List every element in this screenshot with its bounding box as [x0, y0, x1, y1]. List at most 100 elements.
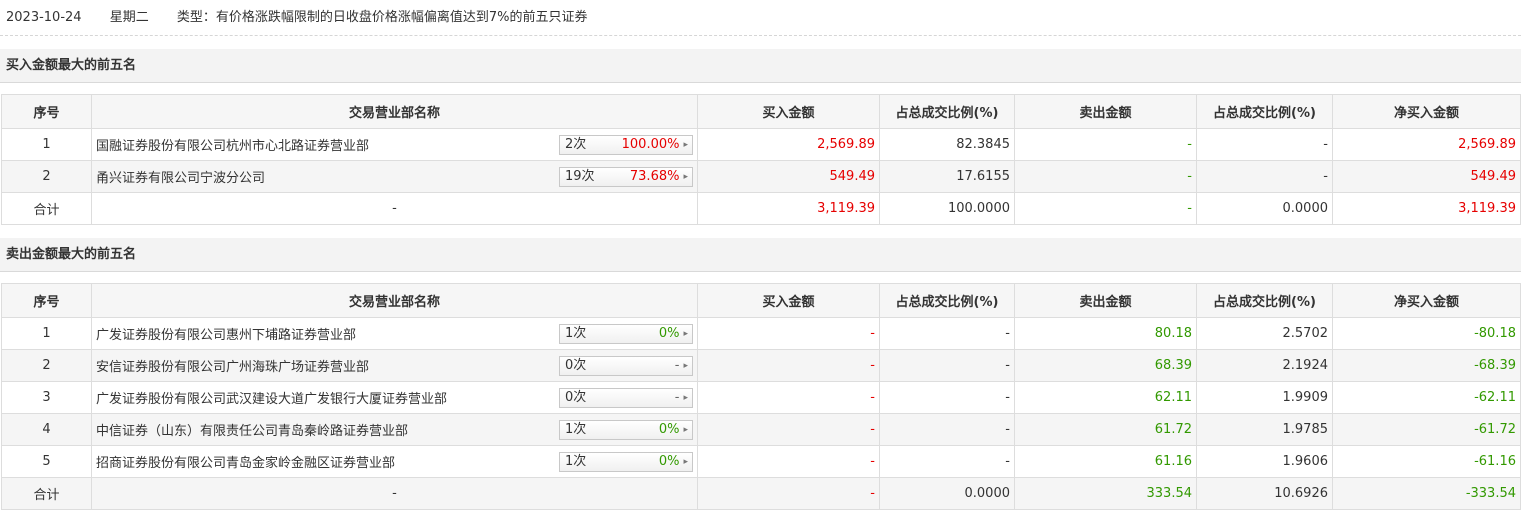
total-sell-ratio: 10.6926	[1196, 477, 1333, 510]
list-type: 类型：有价格涨跌幅限制的日收盘价格涨幅偏离值达到7%的前五只证券	[176, 10, 588, 25]
listing-count: 19次	[565, 168, 595, 184]
broker-cell: 招商证券股份有限公司青岛金家岭金融区证券营业部 1次 0% ▸	[91, 445, 698, 478]
buy-amount: 549.49	[697, 160, 880, 193]
listing-rate: 73.68%	[629, 168, 680, 184]
broker-name[interactable]: 广发证券股份有限公司武汉建设大道广发银行大厦证券营业部	[96, 388, 447, 407]
total-buy-amount: 3,119.39	[697, 192, 880, 225]
net-amount: -68.39	[1332, 349, 1521, 382]
col-header: 卖出金额	[1014, 283, 1197, 318]
buy-section-title: 买入金额最大的前五名	[0, 49, 1521, 83]
broker-cell: 广发证券股份有限公司武汉建设大道广发银行大厦证券营业部 0次 - ▸	[91, 381, 698, 414]
caret-right-icon: ▸	[683, 424, 688, 435]
caret-right-icon: ▸	[683, 328, 688, 339]
col-header: 卖出金额	[1014, 94, 1197, 129]
broker-name[interactable]: 招商证券股份有限公司青岛金家岭金融区证券营业部	[96, 452, 395, 471]
col-header: 占总成交比例(%)	[879, 94, 1015, 129]
listing-count: 1次	[565, 453, 587, 469]
listing-count: 0次	[565, 357, 587, 373]
table-header-row: 序号 交易营业部名称 买入金额 占总成交比例(%) 卖出金额 占总成交比例(%)…	[1, 94, 1521, 129]
table-row: 2 甬兴证券有限公司宁波分公司 19次 73.68% ▸ 549.49 17.6…	[1, 160, 1521, 193]
row-index: 1	[1, 128, 92, 161]
rank-stats-badge[interactable]: 0次 - ▸	[559, 355, 693, 376]
row-index: 2	[1, 349, 92, 382]
col-header: 序号	[1, 94, 92, 129]
total-buy-ratio: 100.0000	[879, 192, 1015, 225]
caret-right-icon: ▸	[683, 392, 688, 403]
rank-stats-badge[interactable]: 1次 0% ▸	[559, 323, 693, 344]
sell-amount: 61.16	[1014, 445, 1197, 478]
buy-ratio: -	[879, 317, 1015, 350]
broker-cell: 安信证券股份有限公司广州海珠广场证券营业部 0次 - ▸	[91, 349, 698, 382]
row-index: 4	[1, 413, 92, 446]
total-broker: -	[91, 477, 698, 510]
rank-stats-badge[interactable]: 0次 - ▸	[559, 387, 693, 408]
col-header: 净买入金额	[1332, 94, 1521, 129]
buy-amount: 2,569.89	[697, 128, 880, 161]
table-row: 5 招商证券股份有限公司青岛金家岭金融区证券营业部 1次 0% ▸ - - 61…	[1, 445, 1521, 478]
buy-amount: -	[697, 349, 880, 382]
total-broker: -	[91, 192, 698, 225]
rank-stats-badge[interactable]: 1次 0% ▸	[559, 419, 693, 440]
total-label: 合计	[1, 192, 92, 225]
rank-stats-badge[interactable]: 19次 73.68% ▸	[559, 166, 693, 187]
buy-amount: -	[697, 413, 880, 446]
col-header: 占总成交比例(%)	[1196, 283, 1333, 318]
col-header: 交易营业部名称	[91, 283, 698, 318]
rank-stats-badge[interactable]: 2次 100.00% ▸	[559, 134, 693, 155]
listing-count: 0次	[565, 389, 587, 405]
broker-name[interactable]: 国融证券股份有限公司杭州市心北路证券营业部	[96, 135, 369, 154]
net-amount: -80.18	[1332, 317, 1521, 350]
buy-amount: -	[697, 445, 880, 478]
total-net-amount: 3,119.39	[1332, 192, 1521, 225]
table-row: 3 广发证券股份有限公司武汉建设大道广发银行大厦证券营业部 0次 - ▸ - -…	[1, 381, 1521, 414]
listing-count: 2次	[565, 136, 587, 152]
sell-amount: 68.39	[1014, 349, 1197, 382]
total-buy-ratio: 0.0000	[879, 477, 1015, 510]
total-row: 合计 - - 0.0000 333.54 10.6926 -333.54	[1, 477, 1521, 510]
table-row: 1 广发证券股份有限公司惠州下埔路证券营业部 1次 0% ▸ - - 80.18…	[1, 317, 1521, 350]
listing-rate: -	[674, 357, 680, 373]
net-amount: 549.49	[1332, 160, 1521, 193]
table-row: 2 安信证券股份有限公司广州海珠广场证券营业部 0次 - ▸ - - 68.39…	[1, 349, 1521, 382]
buy-amount: -	[697, 317, 880, 350]
broker-name[interactable]: 广发证券股份有限公司惠州下埔路证券营业部	[96, 324, 356, 343]
total-net-amount: -333.54	[1332, 477, 1521, 510]
net-amount: -61.16	[1332, 445, 1521, 478]
broker-name[interactable]: 安信证券股份有限公司广州海珠广场证券营业部	[96, 356, 369, 375]
col-header: 净买入金额	[1332, 283, 1521, 318]
table-row: 4 中信证券（山东）有限责任公司青岛秦岭路证券营业部 1次 0% ▸ - - 6…	[1, 413, 1521, 446]
listing-rate: 0%	[658, 453, 680, 469]
table-header-row: 序号 交易营业部名称 买入金额 占总成交比例(%) 卖出金额 占总成交比例(%)…	[1, 283, 1521, 318]
sell-ratio: 1.9606	[1196, 445, 1333, 478]
listing-rate: 100.00%	[621, 136, 680, 152]
buy-ratio: -	[879, 349, 1015, 382]
total-label: 合计	[1, 477, 92, 510]
total-buy-amount: -	[697, 477, 880, 510]
trade-date: 2023-10-24	[6, 10, 82, 25]
row-index: 1	[1, 317, 92, 350]
broker-cell: 中信证券（山东）有限责任公司青岛秦岭路证券营业部 1次 0% ▸	[91, 413, 698, 446]
buy-table: 序号 交易营业部名称 买入金额 占总成交比例(%) 卖出金额 占总成交比例(%)…	[1, 94, 1521, 225]
broker-name[interactable]: 甬兴证券有限公司宁波分公司	[96, 167, 265, 186]
buy-ratio: -	[879, 413, 1015, 446]
listing-rate: 0%	[658, 421, 680, 437]
buy-ratio: 82.3845	[879, 128, 1015, 161]
caret-right-icon: ▸	[683, 171, 688, 182]
broker-cell: 广发证券股份有限公司惠州下埔路证券营业部 1次 0% ▸	[91, 317, 698, 350]
caret-right-icon: ▸	[683, 139, 688, 150]
buy-ratio: -	[879, 445, 1015, 478]
net-amount: 2,569.89	[1332, 128, 1521, 161]
caret-right-icon: ▸	[683, 360, 688, 371]
caret-right-icon: ▸	[683, 456, 688, 467]
row-index: 5	[1, 445, 92, 478]
listing-rate: 0%	[658, 325, 680, 341]
sell-amount: -	[1014, 128, 1197, 161]
broker-name[interactable]: 中信证券（山东）有限责任公司青岛秦岭路证券营业部	[96, 420, 408, 439]
trade-weekday: 星期二	[109, 10, 149, 25]
sell-ratio: 2.5702	[1196, 317, 1333, 350]
sell-amount: 61.72	[1014, 413, 1197, 446]
total-row: 合计 - 3,119.39 100.0000 - 0.0000 3,119.39	[1, 192, 1521, 225]
sell-table: 序号 交易营业部名称 买入金额 占总成交比例(%) 卖出金额 占总成交比例(%)…	[1, 283, 1521, 510]
col-header: 买入金额	[697, 283, 880, 318]
rank-stats-badge[interactable]: 1次 0% ▸	[559, 451, 693, 472]
